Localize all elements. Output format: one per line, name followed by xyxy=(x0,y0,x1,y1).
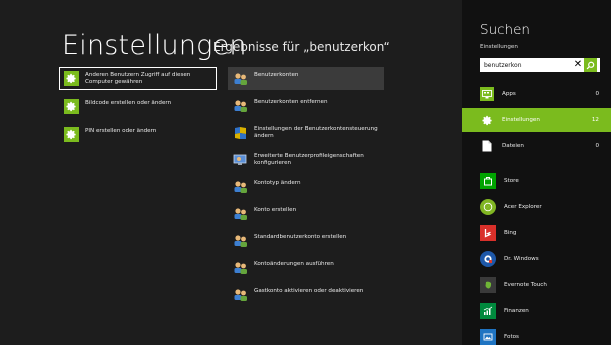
result-label: Einstellungen der Benutzerkontensteuerun… xyxy=(254,126,378,139)
bing-icon xyxy=(480,225,496,241)
scope-label: Apps xyxy=(502,91,516,97)
result-label: Standardbenutzerkonto erstellen xyxy=(254,234,347,240)
scope-count: 0 xyxy=(595,91,599,97)
result-label: Erweiterte Benutzerprofileigenschaften k… xyxy=(254,153,364,166)
users-icon xyxy=(233,206,248,221)
result-item[interactable]: Kontoänderungen ausführen xyxy=(228,256,384,279)
app-photos[interactable]: Fotos xyxy=(480,328,605,345)
users-icon xyxy=(233,287,248,302)
users-icon xyxy=(233,233,248,248)
finance-icon xyxy=(480,303,496,319)
result-label: Kontotyp ändern xyxy=(254,180,301,186)
app-label: Evernote Touch xyxy=(504,282,547,288)
document-icon xyxy=(480,139,494,153)
system-properties-icon xyxy=(233,152,248,167)
apps-icon xyxy=(480,87,494,101)
scope-label: Dateien xyxy=(502,143,524,149)
photos-icon xyxy=(480,329,496,345)
search-input[interactable] xyxy=(480,59,572,71)
result-label: Anderen Benutzern Zugriff auf diesen Com… xyxy=(85,72,191,85)
result-label: Gastkonto aktivieren oder deaktivieren xyxy=(254,288,364,294)
result-label: Kontoänderungen ausführen xyxy=(254,261,334,267)
result-label: PIN erstellen oder ändern xyxy=(85,128,157,134)
search-icon[interactable] xyxy=(584,58,597,72)
result-label: Konto erstellen xyxy=(254,207,297,213)
result-item[interactable]: Anderen Benutzern Zugriff auf diesen Com… xyxy=(59,67,217,90)
users-icon xyxy=(233,260,248,275)
gear-icon xyxy=(64,71,79,86)
scope-settings[interactable]: Einstellungen 12 xyxy=(462,108,611,132)
scope-apps[interactable]: Apps 0 xyxy=(462,82,611,106)
results-column-2: Benutzerkonten Benutzerkonten entfernen … xyxy=(228,67,384,310)
result-item[interactable]: PIN erstellen oder ändern xyxy=(59,123,217,146)
scope-label: Einstellungen xyxy=(502,117,540,123)
search-scope-label: Einstellungen xyxy=(480,44,518,50)
result-item[interactable]: Kontotyp ändern xyxy=(228,175,384,198)
result-item[interactable]: Gastkonto aktivieren oder deaktivieren xyxy=(228,283,384,306)
results-column-1: Anderen Benutzern Zugriff auf diesen Com… xyxy=(59,67,217,151)
gear-icon xyxy=(64,127,79,142)
app-finance[interactable]: Finanzen xyxy=(480,302,605,320)
result-label: Bildcode erstellen oder ändern xyxy=(85,100,172,106)
search-pane: Suchen Einstellungen ✕ Apps 0 Einstellun… xyxy=(462,0,611,345)
dr-windows-icon xyxy=(480,251,496,267)
close-icon[interactable]: ✕ xyxy=(572,58,584,72)
app-label: Fotos xyxy=(504,334,519,340)
app-dr-windows[interactable]: Dr. Windows xyxy=(480,250,605,268)
search-box: ✕ xyxy=(480,58,600,72)
app-label: Finanzen xyxy=(504,308,529,314)
users-icon xyxy=(233,179,248,194)
store-icon xyxy=(480,173,496,189)
app-label: Bing xyxy=(504,230,517,236)
app-acer-explorer[interactable]: Acer Explorer xyxy=(480,198,605,216)
evernote-icon xyxy=(480,277,496,293)
results-area: Einstellungen Ergebnisse für „benutzerko… xyxy=(0,0,462,345)
result-item[interactable]: Erweiterte Benutzerprofileigenschaften k… xyxy=(228,148,384,171)
gear-icon xyxy=(480,113,494,127)
uac-flag-icon xyxy=(233,125,248,140)
app-bing[interactable]: Bing xyxy=(480,224,605,242)
app-label: Dr. Windows xyxy=(504,256,539,262)
result-label: Benutzerkonten xyxy=(254,72,299,78)
users-icon xyxy=(233,98,248,113)
result-item[interactable]: Konto erstellen xyxy=(228,202,384,225)
scope-count: 12 xyxy=(591,117,599,123)
app-evernote[interactable]: Evernote Touch xyxy=(480,276,605,294)
results-subtitle: Ergebnisse für „benutzerkon“ xyxy=(213,40,390,54)
result-item[interactable]: Einstellungen der Benutzerkontensteuerun… xyxy=(228,121,384,144)
scope-files[interactable]: Dateien 0 xyxy=(462,134,611,158)
users-icon xyxy=(233,71,248,86)
search-pane-title: Suchen xyxy=(480,22,530,38)
result-item[interactable]: Benutzerkonten entfernen xyxy=(228,94,384,117)
app-label: Acer Explorer xyxy=(504,204,542,210)
app-store[interactable]: Store xyxy=(480,172,605,190)
result-item[interactable]: Bildcode erstellen oder ändern xyxy=(59,95,217,118)
acer-explorer-icon xyxy=(480,199,496,215)
result-label: Benutzerkonten entfernen xyxy=(254,99,328,105)
scope-count: 0 xyxy=(595,143,599,149)
app-label: Store xyxy=(504,178,519,184)
result-item[interactable]: Standardbenutzerkonto erstellen xyxy=(228,229,384,252)
result-item[interactable]: Benutzerkonten xyxy=(228,67,384,90)
gear-icon xyxy=(64,99,79,114)
